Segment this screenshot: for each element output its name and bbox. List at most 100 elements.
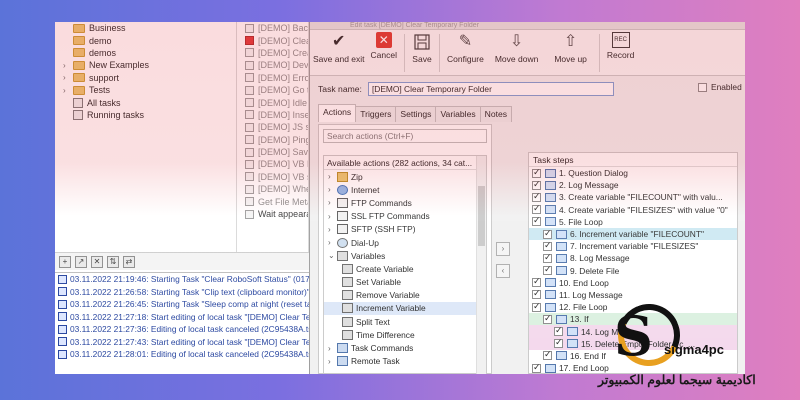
step-checkbox[interactable] (532, 216, 541, 227)
step-checkbox[interactable] (543, 228, 552, 239)
tree-item[interactable]: › New Examples (55, 59, 236, 71)
actions-scrollbar[interactable] (476, 156, 486, 374)
toolbar-button[interactable]: + (59, 255, 71, 268)
cancel-button[interactable]: ✕ Cancel (368, 32, 400, 60)
action-item[interactable]: › Internet (324, 183, 486, 196)
task-list-item[interactable]: [DEMO] JS script (237, 121, 308, 133)
step-checkbox[interactable] (543, 350, 552, 361)
tree-item[interactable]: Running tasks (55, 109, 236, 121)
move-up-button[interactable]: ⇧ Move up (546, 32, 595, 64)
step-checkbox[interactable] (532, 289, 541, 300)
task-list-item[interactable]: [DEMO] VB script (237, 171, 308, 183)
chevron-right-icon[interactable]: › (63, 86, 73, 95)
tab-actions[interactable]: Actions (318, 104, 357, 122)
step-checkbox[interactable] (554, 325, 563, 337)
task-list-item[interactable]: [DEMO] Insert D (237, 109, 308, 121)
record-button[interactable]: REC Record (604, 32, 637, 60)
tab-notes[interactable]: Notes (479, 106, 513, 122)
configure-button[interactable]: ✎ Configure (444, 32, 487, 64)
step-checkbox[interactable] (532, 204, 541, 215)
action-item[interactable]: Create Variable (324, 262, 486, 275)
task-list-item[interactable]: [DEMO] Ping and (237, 134, 308, 146)
step-checkbox[interactable] (532, 167, 541, 178)
step-checkbox[interactable] (532, 191, 541, 202)
actions-search-input[interactable]: Search actions (Ctrl+F) (323, 129, 487, 143)
step-checkbox[interactable] (543, 240, 552, 251)
chevron-icon[interactable]: › (328, 238, 337, 247)
action-item[interactable]: › Task Commands (324, 341, 486, 354)
action-item[interactable]: › Zip (324, 170, 486, 183)
task-name-input[interactable]: [DEMO] Clear Temporary Folder (367, 82, 614, 96)
tab-settings[interactable]: Settings (395, 106, 437, 122)
available-actions-header[interactable]: Available actions (282 actions, 34 cat..… (324, 156, 486, 170)
tree-item[interactable]: demo (55, 34, 236, 46)
enabled-checkbox[interactable]: Enabled (698, 82, 742, 92)
step-checkbox[interactable] (532, 179, 541, 190)
step-item[interactable]: 7. Increment variable "FILESIZES" (529, 240, 737, 252)
action-item[interactable]: › Dial-Up (324, 236, 486, 249)
action-item[interactable]: ⌄ Variables (324, 249, 486, 262)
action-item[interactable]: › Remote Task (324, 355, 486, 368)
task-list-item[interactable]: [DEMO] VB Evalu (237, 158, 308, 170)
task-list-item[interactable]: [DEMO] Idle Den (237, 96, 308, 108)
action-item[interactable]: › SFTP (SSH FTP) (324, 223, 486, 236)
chevron-icon[interactable]: › (328, 344, 337, 353)
task-list-item[interactable]: [DEMO] Create X (237, 47, 308, 59)
step-item[interactable]: 3. Create variable "FILECOUNT" with valu… (529, 191, 737, 203)
step-checkbox[interactable] (543, 252, 552, 263)
chevron-icon[interactable]: › (328, 198, 337, 207)
toolbar-button[interactable]: ⇄ (123, 255, 135, 268)
action-item[interactable]: Remove Variable (324, 289, 486, 302)
task-list-item[interactable]: [DEMO] Error Ha (237, 72, 308, 84)
action-item[interactable]: Set Variable (324, 276, 486, 289)
move-down-button[interactable]: ⇩ Move down (487, 32, 546, 64)
save-button[interactable]: Save (409, 32, 435, 64)
action-item[interactable]: Increment Variable (324, 301, 486, 316)
chevron-icon[interactable]: ⌄ (328, 251, 337, 260)
step-item[interactable]: 4. Create variable "FILESIZES" with valu… (529, 204, 737, 216)
task-list-item[interactable]: [DEMO] When N (237, 183, 308, 195)
step-item[interactable]: 9. Delete File (529, 265, 737, 277)
tab-triggers[interactable]: Triggers (355, 106, 397, 122)
tree-item[interactable]: demos (55, 47, 236, 59)
chevron-right-icon[interactable]: › (63, 73, 73, 82)
chevron-right-icon[interactable]: › (63, 61, 73, 70)
step-item[interactable]: 6. Increment variable "FILECOUNT" (529, 227, 737, 241)
step-item[interactable]: 5. File Loop (529, 216, 737, 228)
chevron-icon[interactable]: › (328, 212, 337, 221)
tab-variables[interactable]: Variables (435, 106, 481, 122)
step-item[interactable]: 1. Question Dialog (529, 167, 737, 179)
action-item[interactable]: Time Difference (324, 328, 486, 341)
add-action-button[interactable]: › (496, 242, 510, 256)
task-list-item[interactable]: [DEMO] Save and (237, 146, 308, 158)
chevron-icon[interactable]: › (328, 185, 337, 194)
task-list-item[interactable]: [DEMO] Device c (237, 59, 308, 71)
scrollbar-thumb[interactable] (478, 186, 485, 246)
action-item[interactable]: › FTP Commands (324, 196, 486, 209)
step-checkbox[interactable] (543, 265, 552, 276)
remove-action-button[interactable]: ‹ (496, 264, 510, 278)
chevron-icon[interactable]: › (328, 357, 337, 366)
step-checkbox[interactable] (532, 301, 541, 312)
save-exit-button[interactable]: ✔ Save and exit (310, 32, 368, 64)
toolbar-button[interactable]: ✕ (91, 255, 103, 268)
step-item[interactable]: 2. Log Message (529, 179, 737, 191)
chevron-icon[interactable]: › (328, 172, 337, 181)
step-item[interactable]: 10. End Loop (529, 277, 737, 289)
task-list-item[interactable]: Wait appearance (237, 208, 308, 220)
step-checkbox[interactable] (532, 362, 541, 373)
tree-item[interactable]: Business (55, 22, 236, 34)
toolbar-button[interactable]: ⇅ (107, 255, 119, 268)
action-item[interactable]: › SSL FTP Commands (324, 210, 486, 223)
task-list-item[interactable]: [DEMO] Go to Ro (237, 84, 308, 96)
step-item[interactable]: 8. Log Message (529, 252, 737, 264)
chevron-icon[interactable]: › (328, 225, 337, 234)
step-checkbox[interactable] (532, 277, 541, 288)
tree-item[interactable]: All tasks (55, 96, 236, 108)
tree-item[interactable]: › Tests (55, 84, 236, 96)
task-list-item[interactable]: Get File Metadat (237, 195, 308, 207)
tree-item[interactable]: › support (55, 72, 236, 84)
step-checkbox[interactable] (543, 313, 552, 324)
task-list-item[interactable]: [DEMO] Backup s (237, 22, 308, 34)
action-item[interactable]: Split Text (324, 315, 486, 328)
